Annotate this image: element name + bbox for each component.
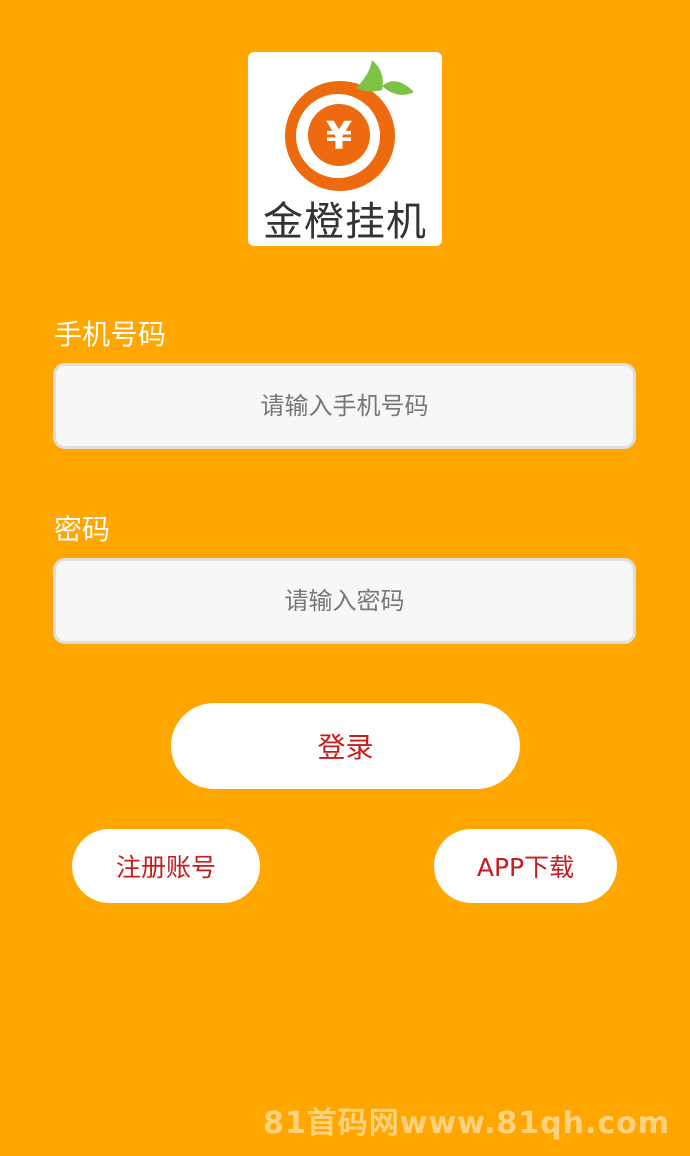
- password-input[interactable]: [53, 558, 636, 644]
- login-button[interactable]: 登录: [171, 703, 520, 789]
- yuan-symbol: ¥: [326, 114, 352, 158]
- phone-input[interactable]: [53, 363, 636, 449]
- app-logo: ¥ 金橙挂机: [248, 52, 442, 246]
- phone-label: 手机号码: [54, 318, 167, 351]
- register-button[interactable]: 注册账号: [72, 829, 260, 903]
- app-download-button[interactable]: APP下载: [434, 829, 617, 903]
- password-label: 密码: [54, 513, 111, 546]
- watermark: 81首码网www.81qh.com: [263, 1106, 670, 1141]
- app-name: 金橙挂机: [263, 199, 427, 245]
